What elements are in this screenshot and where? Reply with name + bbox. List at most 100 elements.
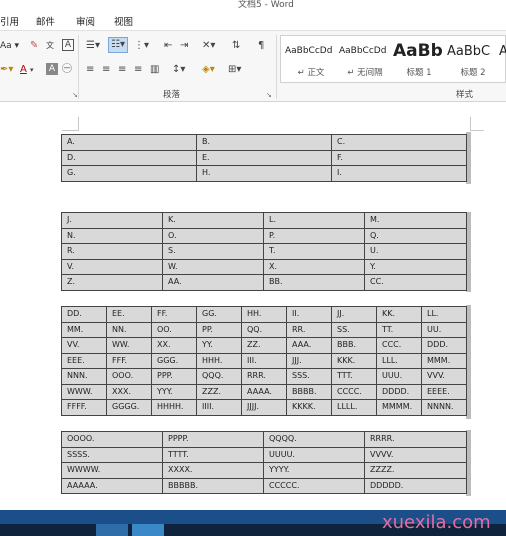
sort-icon[interactable]: ⇅: [232, 39, 240, 53]
style-heading-1[interactable]: AaBb 标题 1: [391, 36, 446, 82]
table-cell[interactable]: NN.: [106, 321, 152, 338]
tab-review[interactable]: 审阅: [76, 14, 95, 28]
style-no-spacing[interactable]: AaBbCcDd ↵ 无间隔: [337, 36, 392, 82]
table-cell[interactable]: XX.: [151, 337, 197, 354]
table-cell[interactable]: XXXX.: [162, 462, 264, 479]
table-cell[interactable]: D.: [61, 149, 197, 166]
table-cell[interactable]: SSS.: [286, 368, 332, 385]
table-cell[interactable]: TT.: [376, 321, 422, 338]
table-cell[interactable]: DDDDD.: [364, 477, 467, 494]
bullets-icon[interactable]: ☰▾: [86, 39, 100, 53]
font-dialog-launcher-icon[interactable]: ↘: [72, 91, 78, 99]
font-color-dropdown-icon[interactable]: ▾: [30, 63, 34, 77]
table-cell[interactable]: NNN.: [61, 368, 107, 385]
table-cell[interactable]: Q.: [364, 227, 467, 244]
highlight-color-icon[interactable]: ✒▾: [0, 63, 13, 77]
table-cell[interactable]: NNNN.: [421, 399, 467, 416]
taskbar-button[interactable]: [96, 524, 128, 536]
table-cell[interactable]: LLLL.: [331, 399, 377, 416]
character-border-icon[interactable]: A: [62, 39, 74, 51]
table-cell[interactable]: QQQQ.: [263, 431, 365, 448]
distributed-icon[interactable]: ▥: [150, 63, 159, 77]
table-cell[interactable]: E.: [196, 149, 332, 166]
table-cell[interactable]: MMM.: [421, 352, 467, 369]
table-cell[interactable]: Y.: [364, 258, 467, 275]
table-cell[interactable]: KKKK.: [286, 399, 332, 416]
table-cell[interactable]: PP.: [196, 321, 242, 338]
table-cell[interactable]: WWWW.: [61, 462, 163, 479]
table-cell[interactable]: JJJ.: [286, 352, 332, 369]
table-cell[interactable]: CC.: [364, 274, 467, 291]
table-cell[interactable]: QQQ.: [196, 368, 242, 385]
table-cell[interactable]: CCCCC.: [263, 477, 365, 494]
table-cell[interactable]: UU.: [421, 321, 467, 338]
table-cell[interactable]: GG.: [196, 306, 242, 323]
table-cell[interactable]: BBBB.: [286, 383, 332, 400]
change-case-button[interactable]: Aa ▾: [0, 39, 19, 53]
table-cell[interactable]: PPPP.: [162, 431, 264, 448]
table-cell[interactable]: FF.: [151, 306, 197, 323]
table-cell[interactable]: G.: [61, 165, 197, 182]
numbering-icon[interactable]: ☷▾: [108, 37, 128, 53]
table-cell[interactable]: II.: [286, 306, 332, 323]
multilevel-list-icon[interactable]: ⋮▾: [134, 39, 149, 53]
table-cell[interactable]: ZZZ.: [196, 383, 242, 400]
enclose-characters-icon[interactable]: ㊀: [62, 63, 72, 77]
table-cell[interactable]: L.: [263, 212, 365, 229]
table-cell[interactable]: EEEE.: [421, 383, 467, 400]
table-cell[interactable]: VVV.: [421, 368, 467, 385]
font-color-icon[interactable]: A: [20, 63, 27, 77]
table-cell[interactable]: UUU.: [376, 368, 422, 385]
table-cell[interactable]: XXX.: [106, 383, 152, 400]
table-cell[interactable]: UUUU.: [263, 446, 365, 463]
table-cell[interactable]: HH.: [241, 306, 287, 323]
table-cell[interactable]: YYY.: [151, 383, 197, 400]
document-area[interactable]: A. B. C. D. E. F. G. H. I. J. K. L. M. N. O. P. Q. R. S. T…: [0, 102, 506, 510]
table-cell[interactable]: EE.: [106, 306, 152, 323]
table-cell[interactable]: N.: [61, 227, 163, 244]
table-cell[interactable]: CCCC.: [331, 383, 377, 400]
table-cell[interactable]: M.: [364, 212, 467, 229]
table-cell[interactable]: VV.: [61, 337, 107, 354]
align-right-icon[interactable]: ≡: [118, 63, 126, 77]
table-cell[interactable]: O.: [162, 227, 264, 244]
table-cell[interactable]: WWW.: [61, 383, 107, 400]
table-cell[interactable]: DD.: [61, 306, 107, 323]
clear-format-icon[interactable]: ✎: [30, 39, 38, 53]
table-cell[interactable]: PPP.: [151, 368, 197, 385]
table-cell[interactable]: A.: [61, 134, 197, 151]
table-cell[interactable]: BBBBB.: [162, 477, 264, 494]
table-cell[interactable]: DDDD.: [376, 383, 422, 400]
tab-view[interactable]: 视图: [114, 14, 133, 28]
table-cell[interactable]: LLL.: [376, 352, 422, 369]
table-cell[interactable]: Z.: [61, 274, 163, 291]
table-cell[interactable]: V.: [61, 258, 163, 275]
table-cell[interactable]: T.: [263, 243, 365, 260]
taskbar-button[interactable]: [132, 524, 164, 536]
table-cell[interactable]: I.: [331, 165, 467, 182]
table-cell[interactable]: F.: [331, 149, 467, 166]
show-marks-icon[interactable]: ¶: [258, 39, 264, 53]
table-cell[interactable]: R.: [61, 243, 163, 260]
table-cell[interactable]: SS.: [331, 321, 377, 338]
table-cell[interactable]: BBB.: [331, 337, 377, 354]
table-cell[interactable]: KK.: [376, 306, 422, 323]
tab-mailings[interactable]: 邮件: [36, 14, 55, 28]
table-cell[interactable]: AAAAA.: [61, 477, 163, 494]
table-cell[interactable]: ZZ.: [241, 337, 287, 354]
align-left-icon[interactable]: ≡: [86, 63, 94, 77]
table-cell[interactable]: FFF.: [106, 352, 152, 369]
table-cell[interactable]: JJJJ.: [241, 399, 287, 416]
table-cell[interactable]: EEE.: [61, 352, 107, 369]
table-cell[interactable]: BB.: [263, 274, 365, 291]
table-cell[interactable]: U.: [364, 243, 467, 260]
line-spacing-icon[interactable]: ↕▾: [172, 63, 185, 77]
chinese-layout-icon[interactable]: ✕▾: [202, 39, 215, 53]
table-cell[interactable]: IIII.: [196, 399, 242, 416]
align-center-icon[interactable]: ≡: [102, 63, 110, 77]
table-cell[interactable]: MMMM.: [376, 399, 422, 416]
table-cell[interactable]: RRRR.: [364, 431, 467, 448]
table-cell[interactable]: H.: [196, 165, 332, 182]
table-cell[interactable]: LL.: [421, 306, 467, 323]
table-cell[interactable]: WW.: [106, 337, 152, 354]
